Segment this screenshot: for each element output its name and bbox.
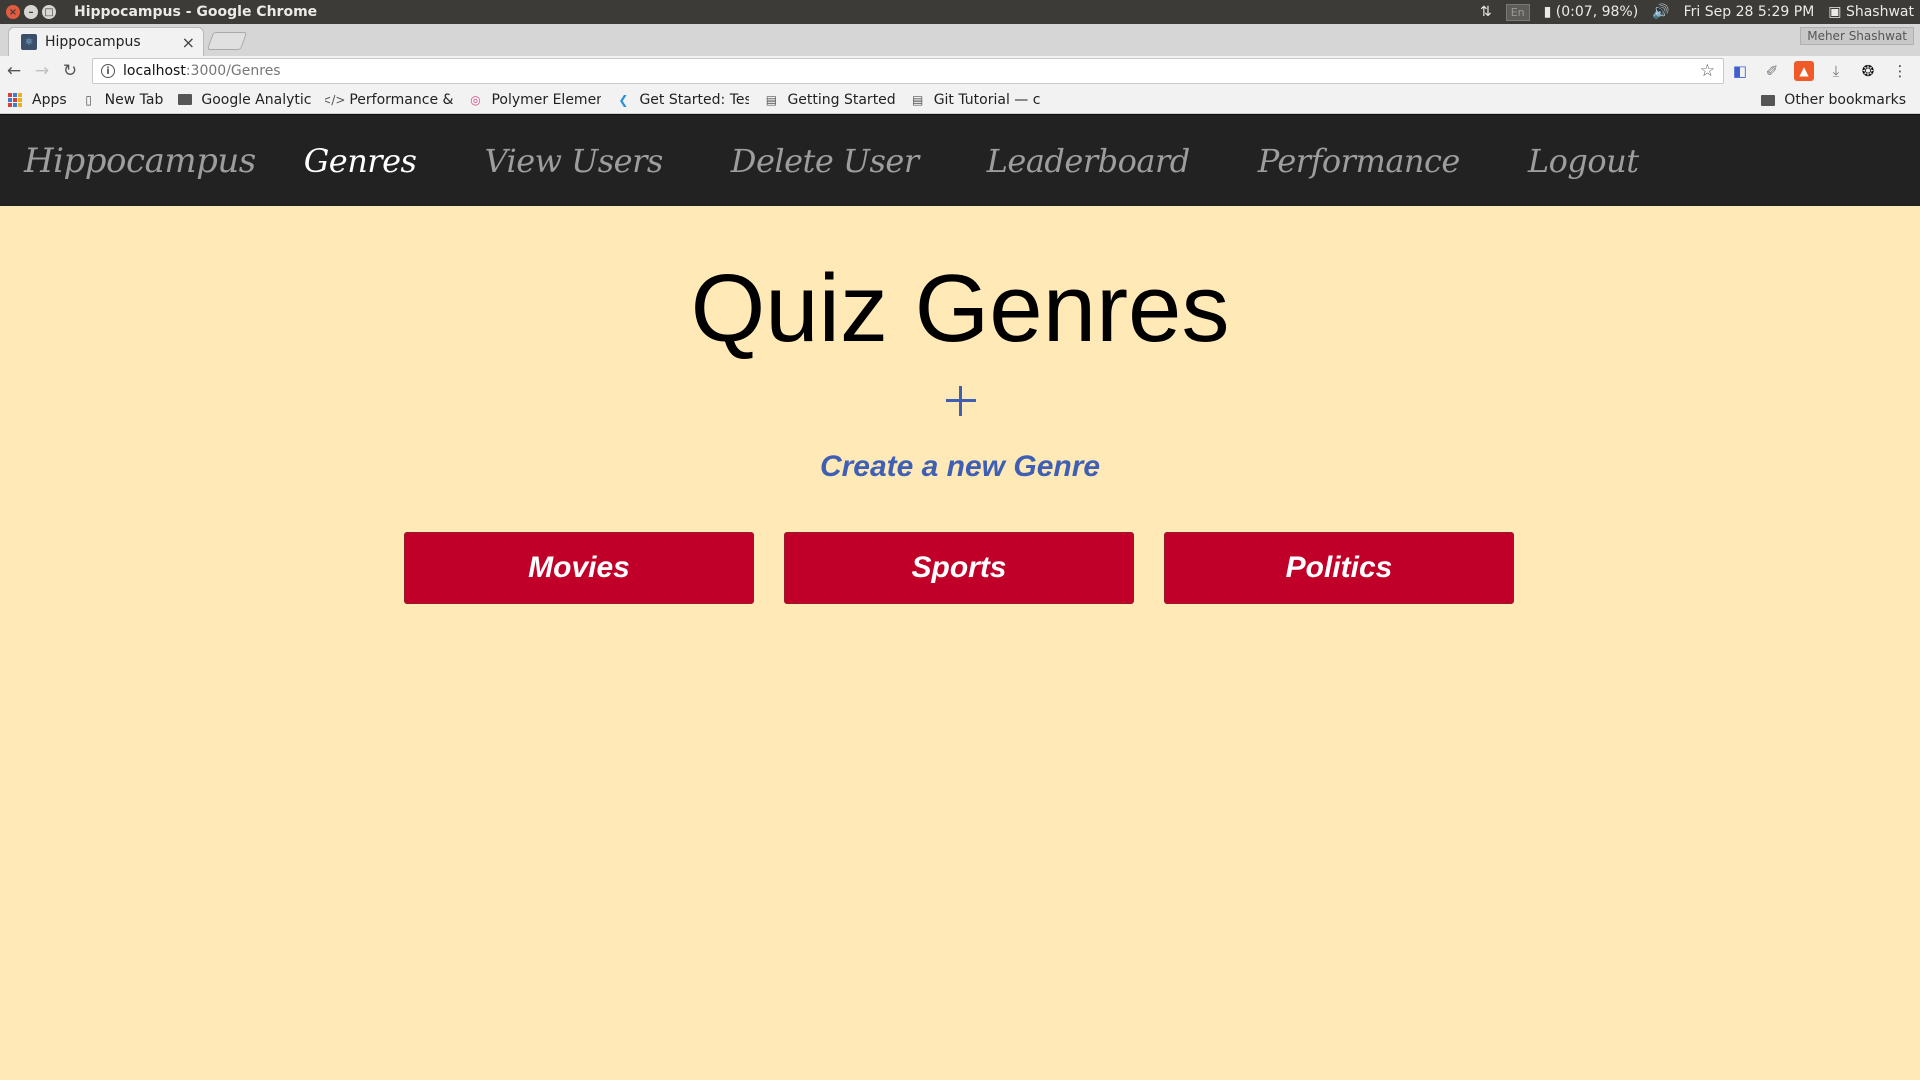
bookmark-get-started[interactable]: ❮ Get Started: Tes xyxy=(615,92,749,108)
nav-link-genres[interactable]: Genres xyxy=(304,142,417,180)
user-name: Shashwat xyxy=(1845,4,1914,20)
volume-icon[interactable]: 🔊 xyxy=(1652,4,1669,20)
bookmark-label: Google Analytic xyxy=(201,91,312,108)
bookmarks-bar: Apps ▯ New Tab Google Analytic </> Perfo… xyxy=(0,86,1920,114)
bookmark-label: Git Tutorial — c xyxy=(933,91,1041,108)
flutter-icon: ❮ xyxy=(618,92,629,107)
new-tab-button[interactable] xyxy=(206,32,248,50)
polymer-icon: ◎ xyxy=(470,92,481,107)
browser-toolbar: ← → ↻ i localhost:3000/Genres ☆ ◧ ✐ ▲ ⤓ … xyxy=(0,56,1920,86)
window-title: Hippocampus - Google Chrome xyxy=(74,4,318,20)
page-icon: ▯ xyxy=(85,92,92,107)
genre-list: Movies Sports Politics xyxy=(404,532,1514,604)
apps-grid-icon xyxy=(8,92,22,107)
extension-icon-5[interactable]: ❂ xyxy=(1858,61,1878,81)
main-content: Quiz Genres Create a new Genre Movies Sp… xyxy=(0,206,1920,1080)
network-icon[interactable]: ⇅ xyxy=(1480,4,1492,20)
tab-title: Hippocampus xyxy=(45,34,141,50)
bookmark-label: Get Started: Tes xyxy=(639,91,750,108)
os-indicators: ⇅ En ▮ (0:07, 98%) 🔊 Fri Sep 28 5:29 PM … xyxy=(1480,0,1914,24)
window-controls: × – □ xyxy=(6,5,56,19)
window-minimize-icon[interactable]: – xyxy=(24,5,38,19)
react-favicon-icon: ⚛ xyxy=(21,34,37,50)
bookmark-label: Apps xyxy=(32,91,67,108)
bookmark-google-analytics[interactable]: Google Analytic xyxy=(177,92,311,108)
other-bookmarks[interactable]: Other bookmarks xyxy=(1760,92,1906,108)
battery-indicator[interactable]: ▮ (0:07, 98%) xyxy=(1544,4,1639,20)
bookmark-label: Getting Started xyxy=(787,91,896,108)
folder-icon xyxy=(177,93,193,107)
back-arrow-icon[interactable]: ← xyxy=(0,61,28,81)
battery-text: (0:07, 98%) xyxy=(1555,4,1639,20)
address-bar[interactable]: i localhost:3000/Genres ☆ xyxy=(92,58,1724,84)
profile-badge[interactable]: Meher Shashwat xyxy=(1800,27,1914,45)
nav-link-view-users[interactable]: View Users xyxy=(484,142,663,180)
window-close-icon[interactable]: × xyxy=(6,5,20,19)
extension-icon-1[interactable]: ◧ xyxy=(1730,61,1750,81)
bookmark-polymer[interactable]: ◎ Polymer Elemen xyxy=(467,92,601,108)
reload-icon[interactable]: ↻ xyxy=(56,61,84,81)
bookmark-label: Polymer Elemen xyxy=(491,91,602,108)
doc-icon: ▤ xyxy=(765,92,778,107)
menu-kebab-icon[interactable]: ⋮ xyxy=(1890,61,1910,81)
url-path: :3000/Genres xyxy=(185,63,281,79)
bookmark-getting-started[interactable]: ▤ Getting Started xyxy=(763,91,896,108)
tab-strip: ⚛ Hippocampus × Meher Shashwat xyxy=(0,24,1920,56)
bookmark-performance[interactable]: </> Performance & xyxy=(325,92,453,108)
clock[interactable]: Fri Sep 28 5:29 PM xyxy=(1684,4,1815,20)
genre-button-movies[interactable]: Movies xyxy=(404,532,754,604)
other-bookmarks-label: Other bookmarks xyxy=(1784,92,1906,108)
code-icon: </> xyxy=(325,92,346,107)
genre-button-sports[interactable]: Sports xyxy=(784,532,1134,604)
genre-button-politics[interactable]: Politics xyxy=(1164,532,1514,604)
extension-icon-3[interactable]: ▲ xyxy=(1794,61,1814,81)
info-icon[interactable]: i xyxy=(101,64,115,78)
bookmark-label: Performance & xyxy=(349,91,454,108)
extension-icons: ◧ ✐ ▲ ⤓ ❂ ⋮ xyxy=(1730,61,1910,81)
brand-link[interactable]: Hippocampus xyxy=(24,141,256,181)
bookmark-label: New Tab xyxy=(104,91,164,108)
user-menu[interactable]: ▣ Shashwat xyxy=(1828,4,1914,20)
keyboard-layout-indicator[interactable]: En xyxy=(1505,3,1530,21)
nav-link-logout[interactable]: Logout xyxy=(1528,142,1639,180)
forward-arrow-icon[interactable]: → xyxy=(28,61,56,81)
download-icon[interactable]: ⤓ xyxy=(1826,61,1846,81)
nav-link-leaderboard[interactable]: Leaderboard xyxy=(987,142,1191,180)
site-navbar: Hippocampus Genres View Users Delete Use… xyxy=(0,114,1920,206)
page-title: Quiz Genres xyxy=(690,255,1230,362)
doc-icon: ▤ xyxy=(912,92,924,107)
nav-link-performance[interactable]: Performance xyxy=(1258,142,1461,180)
nav-link-delete-user[interactable]: Delete User xyxy=(731,142,919,180)
bookmark-git-tutorial[interactable]: ▤ Git Tutorial — c xyxy=(910,91,1041,108)
plus-icon[interactable] xyxy=(946,386,976,416)
browser-tab[interactable]: ⚛ Hippocampus × xyxy=(8,27,204,56)
bookmark-star-icon[interactable]: ☆ xyxy=(1700,61,1715,81)
folder-icon xyxy=(1760,93,1776,107)
url-host: localhost xyxy=(123,63,186,79)
extension-icon-2[interactable]: ✐ xyxy=(1762,61,1782,81)
tab-close-icon[interactable]: × xyxy=(182,33,195,52)
window-maximize-icon[interactable]: □ xyxy=(42,5,56,19)
os-top-bar: × – □ Hippocampus - Google Chrome ⇅ En ▮… xyxy=(0,0,1920,24)
bookmark-apps[interactable]: Apps xyxy=(8,92,67,108)
bookmark-new-tab[interactable]: ▯ New Tab xyxy=(81,91,164,108)
create-genre-link[interactable]: Create a new Genre xyxy=(0,450,1920,484)
